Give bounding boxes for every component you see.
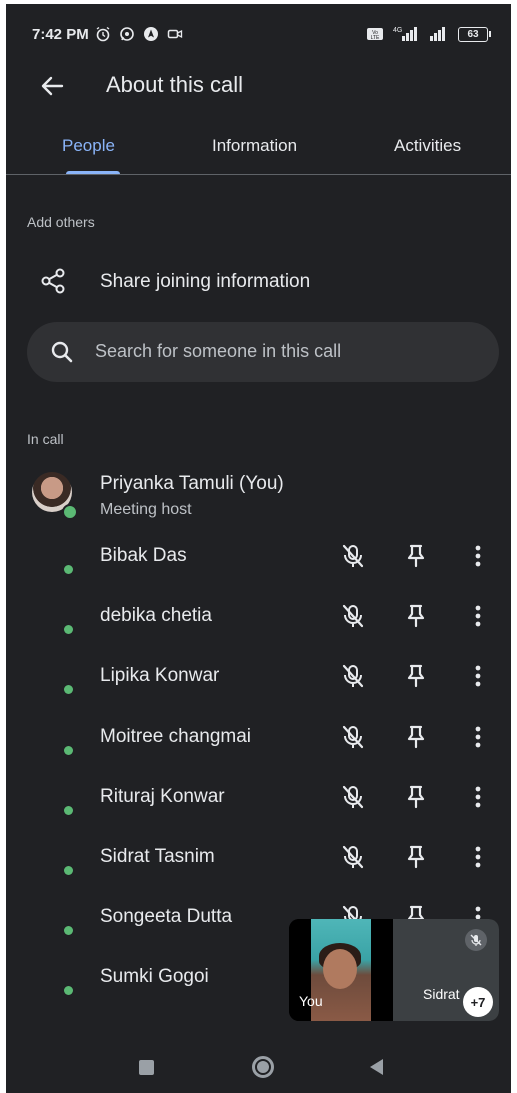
mic-off-icon[interactable] [339,843,367,871]
mic-off-icon[interactable] [339,542,367,570]
arrow-left-icon [41,76,64,96]
mic-off-icon [465,929,487,951]
participant-name: Moitree changmai [100,725,252,747]
search-input[interactable]: Search for someone in this call [27,322,499,382]
tab-bar: People Information Activities [6,122,511,175]
more-options-icon[interactable] [464,783,492,811]
home-icon[interactable] [252,1056,274,1078]
mic-off-icon[interactable] [339,662,367,690]
tab-activities[interactable]: Activities [394,136,461,156]
section-label-add-others: Add others [27,214,95,230]
status-time: 7:42 PM [32,26,89,43]
battery-icon: 63 [458,26,491,42]
participant-name: Sumki Gogoi [100,966,209,988]
signal-4g-icon: 4G [392,25,420,43]
participant-name: Rituraj Konwar [100,785,225,807]
pin-icon[interactable] [402,662,430,690]
participant-row[interactable]: debika chetia [6,585,511,645]
pin-icon[interactable] [402,783,430,811]
more-options-icon[interactable] [464,542,492,570]
more-options-icon[interactable] [464,843,492,871]
status-icons-right: Vo LTE 4G 63 [366,25,491,43]
mic-off-icon[interactable] [339,602,367,630]
participant-row[interactable]: Bibak Das [6,525,511,585]
online-indicator [64,565,73,574]
pin-icon[interactable] [402,843,430,871]
search-placeholder: Search for someone in this call [95,341,342,361]
online-indicator [64,625,73,635]
self-tile-label: You [299,993,323,1009]
recents-icon[interactable] [139,1060,154,1075]
participant-name: Songeeta Dutta [100,906,233,928]
svg-text:LTE: LTE [371,35,380,41]
other-tile-label: Sidrat [423,986,460,1002]
self-video-tile: You [289,919,393,1021]
online-indicator [64,926,73,936]
online-indicator [64,866,73,875]
screen: 7:42 PM Vo LTE 4G 63 About this call Peo… [6,4,511,1093]
alarm-icon [94,25,112,43]
more-participants-badge: +7 [463,987,493,1017]
whatsapp-icon [118,25,136,43]
back-icon[interactable] [370,1059,383,1075]
picture-in-picture[interactable]: You Sidrat +7 [289,919,499,1021]
online-indicator [64,745,73,755]
section-label-in-call: In call [27,431,64,447]
participant-name: Sidrat Tasnim [100,846,215,867]
more-options-icon[interactable] [464,662,492,690]
system-nav-bar [6,1041,511,1093]
status-icons-left [94,25,184,43]
participant-row[interactable]: Lipika Konwar [6,645,511,705]
participant-name: Bibak Das [100,545,187,566]
more-options-icon[interactable] [464,723,492,751]
search-icon [51,341,73,363]
mic-off-icon[interactable] [339,723,367,751]
participant-name: debika chetia [100,605,212,627]
online-indicator [64,805,73,815]
pin-icon[interactable] [402,542,430,570]
self-video-face [323,949,357,989]
more-options-icon[interactable] [464,602,492,630]
volte-icon: Vo LTE [366,25,384,43]
pin-icon[interactable] [402,723,430,751]
participant-role: Meeting host [100,501,192,518]
mic-off-icon[interactable] [339,783,367,811]
tab-information[interactable]: Information [212,136,297,156]
status-bar: 7:42 PM Vo LTE 4G 63 [6,4,511,64]
share-joining-info-button[interactable]: Share joining information [6,254,511,310]
participant-name: Lipika Konwar [100,665,220,687]
participant-row[interactable]: Moitree changmai [6,706,511,766]
page-title: About this call [106,72,243,97]
online-indicator [64,685,73,695]
online-indicator [64,986,73,996]
tab-people[interactable]: People [62,136,115,156]
online-indicator [62,504,78,520]
pin-icon[interactable] [402,602,430,630]
share-joining-info-label: Share joining information [100,271,311,292]
battery-level: 63 [458,26,488,42]
video-camera-icon [166,25,184,43]
navigation-icon [142,25,160,43]
share-icon [41,268,65,294]
participant-name: Priyanka Tamuli (You) [100,473,284,494]
signal-icon [428,25,450,43]
tab-indicator [66,171,120,174]
back-button[interactable] [36,70,68,102]
participant-row[interactable]: Rituraj Konwar [6,766,511,826]
network-label: 4G [393,27,402,34]
participant-row[interactable]: Sidrat Tasnim [6,826,511,886]
